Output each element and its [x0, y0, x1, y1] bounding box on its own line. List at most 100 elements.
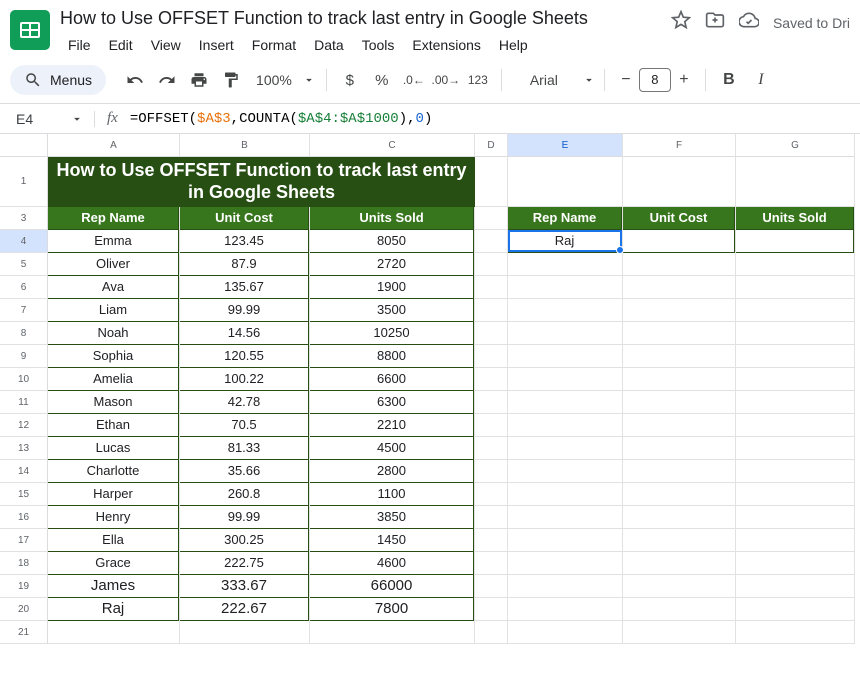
cell[interactable]: 2720 [310, 253, 474, 276]
spreadsheet-grid[interactable]: 1 3 4 5 6 7 8 9 10 11 12 13 14 15 16 17 … [0, 134, 860, 699]
cell[interactable]: Ethan [48, 414, 179, 437]
cell[interactable]: Henry [48, 506, 179, 529]
decrease-decimal-button[interactable]: .0← [399, 65, 429, 95]
cell[interactable] [508, 483, 622, 506]
cell[interactable] [623, 460, 735, 483]
row-header[interactable]: 9 [0, 345, 48, 368]
cell[interactable] [623, 157, 735, 207]
cell[interactable] [736, 575, 854, 598]
cell[interactable]: Amelia [48, 368, 179, 391]
menu-help[interactable]: Help [491, 33, 536, 57]
cell[interactable] [508, 322, 622, 345]
cell[interactable] [508, 345, 622, 368]
row-header[interactable]: 13 [0, 437, 48, 460]
cell[interactable]: Units Sold [310, 207, 474, 230]
cell[interactable] [508, 460, 622, 483]
row-header[interactable]: 16 [0, 506, 48, 529]
cell[interactable] [623, 345, 735, 368]
cell[interactable] [475, 391, 507, 414]
cell[interactable]: Unit Cost [623, 207, 735, 230]
cell[interactable]: 70.5 [180, 414, 309, 437]
cell[interactable]: 4600 [310, 552, 474, 575]
cell[interactable]: 123.45 [180, 230, 309, 253]
cell[interactable] [736, 391, 854, 414]
cell[interactable] [48, 621, 179, 644]
col-header[interactable]: F [623, 134, 736, 157]
star-icon[interactable] [671, 10, 691, 35]
cell[interactable] [508, 299, 622, 322]
cloud-saved-icon[interactable] [739, 10, 759, 35]
cell[interactable]: 14.56 [180, 322, 309, 345]
font-family-dropdown[interactable]: Arial [510, 65, 596, 95]
cell[interactable] [736, 230, 854, 253]
cell[interactable] [508, 276, 622, 299]
col-header[interactable]: E [508, 134, 623, 157]
cell[interactable] [475, 299, 507, 322]
menu-file[interactable]: File [60, 33, 99, 57]
cell[interactable] [508, 598, 622, 621]
cell[interactable]: 333.67 [180, 575, 309, 598]
cell[interactable] [508, 575, 622, 598]
col-header[interactable]: D [475, 134, 508, 157]
cell[interactable] [623, 391, 735, 414]
cell[interactable] [736, 368, 854, 391]
cell[interactable]: Mason [48, 391, 179, 414]
cell[interactable]: 35.66 [180, 460, 309, 483]
cell[interactable] [508, 506, 622, 529]
cell[interactable] [475, 253, 507, 276]
cell[interactable]: 222.67 [180, 598, 309, 621]
cell[interactable] [623, 506, 735, 529]
cell[interactable] [475, 230, 507, 253]
cell[interactable]: Noah [48, 322, 179, 345]
cell[interactable] [623, 253, 735, 276]
cell[interactable] [736, 322, 854, 345]
row-header[interactable]: 7 [0, 299, 48, 322]
cell[interactable]: Emma [48, 230, 179, 253]
zoom-dropdown[interactable]: 100% [248, 65, 318, 95]
cell[interactable] [508, 621, 622, 644]
cell[interactable]: 2210 [310, 414, 474, 437]
col-header[interactable]: C [310, 134, 475, 157]
cell[interactable]: Charlotte [48, 460, 179, 483]
row-header[interactable]: 1 [0, 157, 48, 207]
menu-extensions[interactable]: Extensions [404, 33, 488, 57]
bold-button[interactable]: B [714, 65, 744, 95]
menu-data[interactable]: Data [306, 33, 352, 57]
col-header[interactable]: B [180, 134, 310, 157]
cell[interactable] [623, 598, 735, 621]
cell[interactable] [623, 368, 735, 391]
cell[interactable] [508, 552, 622, 575]
cell[interactable] [475, 414, 507, 437]
sheets-logo[interactable] [10, 10, 50, 50]
row-header[interactable]: 14 [0, 460, 48, 483]
cell[interactable] [736, 299, 854, 322]
cell[interactable]: Units Sold [736, 207, 854, 230]
cell[interactable] [623, 276, 735, 299]
cell[interactable] [475, 552, 507, 575]
cell[interactable] [736, 253, 854, 276]
increase-font-button[interactable]: + [671, 67, 697, 93]
cell[interactable]: Rep Name [508, 207, 622, 230]
cell[interactable]: 1900 [310, 276, 474, 299]
cell[interactable] [736, 345, 854, 368]
cell[interactable]: Oliver [48, 253, 179, 276]
cell[interactable]: 87.9 [180, 253, 309, 276]
cell[interactable]: 120.55 [180, 345, 309, 368]
cell[interactable] [508, 157, 622, 207]
cell[interactable] [508, 414, 622, 437]
cell[interactable]: 260.8 [180, 483, 309, 506]
cell[interactable] [475, 460, 507, 483]
cell[interactable]: Lucas [48, 437, 179, 460]
menu-view[interactable]: View [143, 33, 189, 57]
formula-bar[interactable]: =OFFSET($A$3,COUNTA($A$4:$A$1000),0) [130, 111, 433, 127]
row-header[interactable]: 19 [0, 575, 48, 598]
row-header[interactable]: 3 [0, 207, 48, 230]
cell[interactable] [475, 529, 507, 552]
cell[interactable] [736, 157, 854, 207]
paint-format-button[interactable] [216, 65, 246, 95]
menu-tools[interactable]: Tools [354, 33, 403, 57]
cell[interactable] [736, 460, 854, 483]
percent-button[interactable]: % [367, 65, 397, 95]
cell[interactable] [475, 276, 507, 299]
cell[interactable] [508, 529, 622, 552]
